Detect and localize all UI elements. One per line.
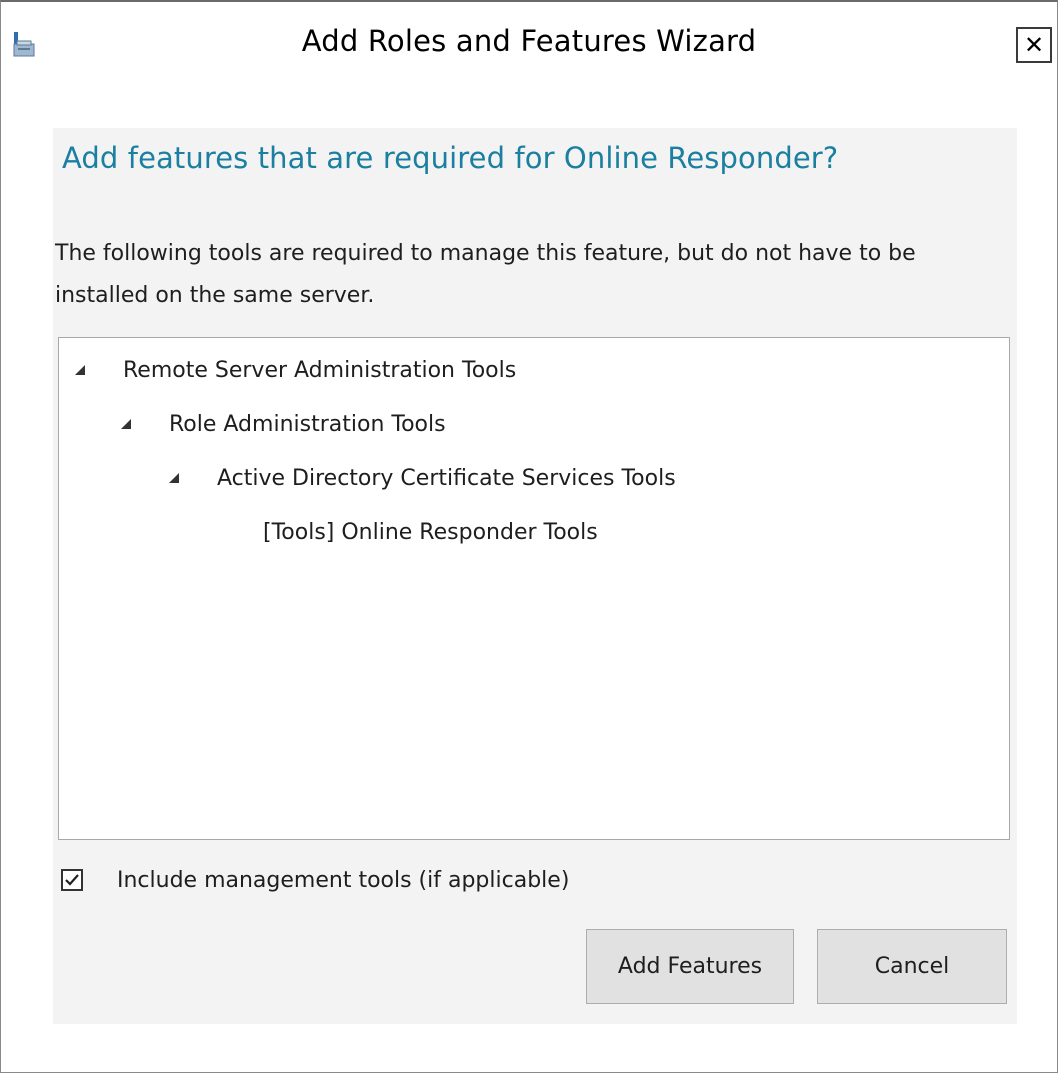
tree-item-label: Active Directory Certificate Services To… [217, 465, 676, 491]
include-management-tools-checkbox[interactable] [61, 869, 83, 891]
tree-item-label: Role Administration Tools [169, 411, 446, 437]
tree-item-label: Remote Server Administration Tools [123, 357, 517, 383]
dialog-content: Add features that are required for Onlin… [53, 128, 1017, 1024]
close-icon: ✕ [1023, 31, 1045, 59]
add-features-button[interactable]: Add Features [586, 929, 794, 1004]
expand-triangle-icon[interactable] [167, 471, 181, 485]
include-management-tools-option[interactable]: Include management tools (if applicable) [61, 863, 569, 897]
tree-item-remote-server-administration-tools[interactable]: Remote Server Administration Tools [73, 350, 516, 390]
title-bar: Add Roles and Features Wizard ✕ [1, 2, 1057, 88]
dialog-description: The following tools are required to mana… [55, 241, 916, 308]
include-management-tools-label: Include management tools (if applicable) [117, 867, 570, 893]
expand-triangle-icon[interactable] [73, 363, 87, 377]
tree-item-adcs-tools[interactable]: Active Directory Certificate Services To… [167, 458, 676, 498]
tree-item-label: [Tools] Online Responder Tools [263, 519, 598, 545]
wizard-window: Add Roles and Features Wizard ✕ Add feat… [0, 0, 1058, 1073]
required-features-tree[interactable]: Remote Server Administration Tools Role … [58, 337, 1010, 840]
cancel-button[interactable]: Cancel [817, 929, 1007, 1004]
tree-item-online-responder-tools[interactable]: [Tools] Online Responder Tools [263, 512, 598, 552]
expand-triangle-icon[interactable] [119, 417, 133, 431]
tree-item-role-administration-tools[interactable]: Role Administration Tools [119, 404, 446, 444]
checkmark-icon [65, 874, 79, 886]
window-title: Add Roles and Features Wizard [301, 24, 757, 58]
close-button[interactable]: ✕ [1016, 27, 1052, 63]
dialog-heading: Add features that are required for Onlin… [62, 141, 839, 175]
